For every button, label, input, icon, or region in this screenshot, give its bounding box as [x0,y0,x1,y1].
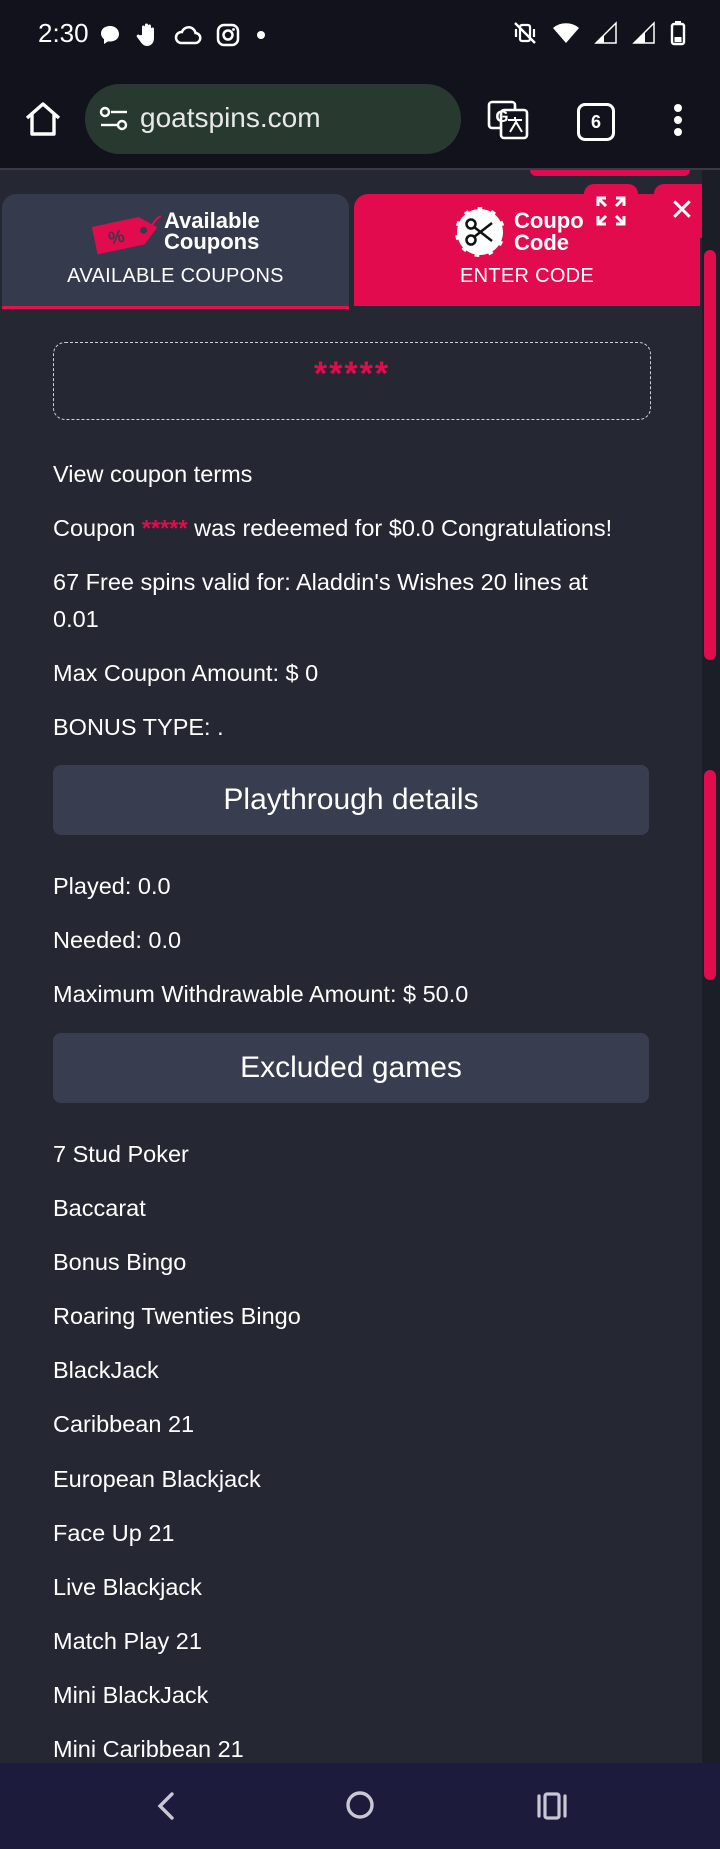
tab-available-coupons[interactable]: % Available Coupons AVAILABLE COUPONS [2,194,349,309]
played-value: Played: 0.0 [53,873,171,899]
bonus-type: BONUS TYPE: . [53,714,224,740]
top-accent-strip [530,170,690,176]
page-scrollbar-thumb[interactable] [704,770,716,980]
tab-title-clip: Coupon Code [514,210,586,258]
recents-icon[interactable] [536,1791,568,1821]
status-bar: 2:30 [0,0,720,72]
mute-vibrate-icon [514,22,536,44]
back-icon[interactable] [152,1791,182,1821]
tab-title-line1: Coupon [514,210,586,233]
battery-icon [670,21,686,46]
notification-icons [98,22,268,48]
excluded-game-item: Roaring Twenties Bingo [53,1303,301,1329]
tab-title-line2: Code [514,230,569,255]
tab-switcher-button[interactable]: 6 [577,103,615,141]
instagram-icon [216,23,240,47]
excluded-game-item: Match Play 21 [53,1628,202,1654]
close-icon: ✕ [669,194,695,227]
svg-text:G: G [495,107,508,126]
excluded-games-header[interactable]: Excluded games [53,1033,649,1103]
signal-icon [632,21,655,44]
excluded-game-item: Mini Caribbean 21 [53,1736,244,1762]
redeemed-code: ***** [141,515,188,541]
fullscreen-icon [596,196,626,226]
tab-enter-code[interactable]: Coupon Code ENTER CODE [354,194,700,306]
overflow-menu-button[interactable] [672,102,684,143]
status-time: 2:30 [38,18,89,48]
coupon-tag-icon: % [91,215,162,255]
address-bar[interactable]: goatspins.com [85,84,461,154]
home-button[interactable] [22,98,68,144]
system-icons [512,20,686,46]
dot-icon [257,31,265,39]
more-vert-icon [674,104,682,136]
home-icon [25,102,61,136]
tab-title-line2: Coupons [164,229,260,254]
hand-icon [136,23,154,46]
excluded-game-item: BlackJack [53,1357,159,1383]
free-spins-line1: 67 Free spins valid for: Aladdin's Wishe… [53,569,588,595]
site-settings-icon [99,106,128,131]
excluded-game-item: Live Blackjack [53,1574,202,1600]
excluded-game-item: Caribbean 21 [53,1411,195,1437]
max-withdrawable-amount: Maximum Withdrawable Amount: $ 50.0 [53,981,469,1007]
view-coupon-terms-link[interactable]: View coupon terms [53,461,252,488]
scrollbar-thumb[interactable] [704,250,716,660]
wifi-icon [553,23,579,43]
redeemed-message: Coupon ***** was redeemed for $0.0 Congr… [53,515,612,542]
url-text: goatspins.com [140,102,321,133]
system-navigation-bar [0,1763,720,1849]
home-nav-icon[interactable] [344,1789,376,1821]
excluded-game-item: 7 Stud Poker [53,1141,189,1167]
excluded-game-item: Bonus Bingo [53,1249,187,1275]
tab-caption-available: AVAILABLE COUPONS [67,265,284,287]
excluded-game-item: Mini BlackJack [53,1682,209,1708]
playthrough-details-header[interactable]: Playthrough details [53,765,649,835]
excluded-game-item: Baccarat [53,1195,146,1221]
redeemed-suffix: was redeemed for $0.0 Congratulations! [194,515,613,541]
tab-caption-code: ENTER CODE [459,265,595,287]
translate-button[interactable]: G [487,98,529,145]
translate-icon: G [487,100,529,140]
max-coupon-amount: Max Coupon Amount: $ 0 [53,660,319,686]
free-spins-line2: 0.01 [53,606,99,632]
signal-icon [594,21,617,44]
coupon-code-value: ***** [313,355,391,393]
close-button[interactable]: ✕ [654,184,702,238]
chat-bubble-icon [101,26,119,44]
needed-value: Needed: 0.0 [53,927,182,953]
coupon-modal: % Available Coupons AVAILABLE COUPONS Co… [0,170,702,1763]
excluded-game-item: Face Up 21 [53,1520,175,1546]
scissors-icon [453,205,507,259]
browser-toolbar: goatspins.com G 6 [0,72,720,170]
cloud-icon [174,26,202,45]
fullscreen-button[interactable] [584,184,638,238]
coupon-code-field[interactable]: ***** [53,342,651,420]
excluded-game-item: European Blackjack [53,1466,261,1492]
redeemed-prefix: Coupon [53,515,136,541]
